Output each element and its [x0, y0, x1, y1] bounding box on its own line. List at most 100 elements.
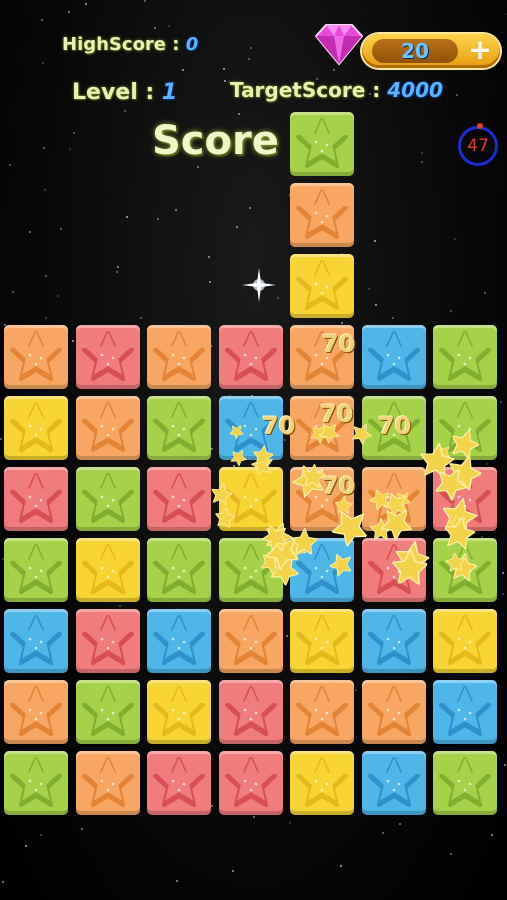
star-tile[interactable]: [218, 325, 283, 389]
star-icon: [224, 686, 277, 736]
star-icon: [296, 189, 348, 239]
star-tile[interactable]: [433, 609, 497, 673]
star-tile[interactable]: [4, 467, 68, 531]
level-value: 1: [161, 80, 178, 105]
star-tile[interactable]: [147, 609, 211, 673]
star-tile[interactable]: [75, 325, 140, 389]
star-tile[interactable]: [4, 396, 68, 460]
score-popup: 70: [378, 412, 412, 440]
star-icon: [224, 331, 277, 381]
star-tile[interactable]: [218, 751, 283, 815]
star-tile[interactable]: [147, 325, 211, 389]
star-icon: [367, 757, 420, 807]
star-icon: [10, 757, 62, 807]
target-score-display: TargetScore : 4000: [230, 78, 443, 102]
star-tile[interactable]: [290, 609, 354, 673]
star-tile[interactable]: [75, 538, 140, 602]
star-tile[interactable]: [290, 680, 354, 744]
star-tile[interactable]: [147, 680, 211, 744]
star-icon: [10, 473, 62, 523]
star-icon: [10, 615, 62, 665]
star-icon: [153, 686, 205, 736]
star-tile[interactable]: [433, 680, 497, 744]
gem-count: 20: [372, 39, 458, 63]
level-display: Level : 1: [72, 80, 177, 105]
sparkle-effect: [242, 268, 276, 302]
star-icon: [439, 757, 491, 807]
star-icon: [153, 615, 205, 665]
star-tile[interactable]: [4, 680, 68, 744]
star-icon: [367, 615, 420, 665]
star-tile[interactable]: [290, 751, 354, 815]
star-icon: [81, 331, 134, 381]
target-score-value: 4000: [387, 78, 443, 102]
add-gems-button[interactable]: +: [466, 36, 494, 65]
star-tile[interactable]: [361, 325, 426, 389]
star-icon: [224, 757, 277, 807]
star-tile[interactable]: [147, 751, 211, 815]
highscore-label: HighScore :: [62, 34, 180, 55]
target-score-label: TargetScore :: [230, 78, 381, 102]
star-tile[interactable]: [147, 467, 211, 531]
star-tile[interactable]: [290, 183, 354, 247]
star-icon: [153, 757, 205, 807]
star-icon: [296, 757, 348, 807]
star-tile[interactable]: [4, 609, 68, 673]
gem-counter-bar: 20 +: [362, 34, 500, 68]
countdown-timer: 47: [458, 123, 498, 166]
diamond-icon: [314, 24, 364, 66]
score-popup: 70: [262, 412, 296, 440]
highscore-display: HighScore : 0: [62, 34, 198, 55]
star-tile[interactable]: [4, 751, 68, 815]
star-tile[interactable]: [218, 609, 283, 673]
burst-star-icon: [391, 548, 429, 586]
star-tile[interactable]: [147, 538, 211, 602]
star-tile[interactable]: [361, 609, 426, 673]
star-icon: [439, 686, 491, 736]
star-icon: [10, 402, 62, 452]
score-label: Score: [152, 118, 279, 164]
star-icon: [81, 402, 134, 452]
star-tile[interactable]: [218, 680, 283, 744]
star-tile[interactable]: [290, 254, 354, 318]
burst-star-icon: [252, 443, 275, 467]
star-tile[interactable]: [290, 112, 354, 176]
star-icon: [224, 615, 277, 665]
star-icon: [81, 473, 134, 523]
score-popup: 70: [322, 330, 356, 358]
star-tile[interactable]: [433, 751, 497, 815]
star-icon: [153, 544, 205, 594]
star-icon: [439, 615, 491, 665]
star-icon: [296, 118, 348, 168]
star-icon: [10, 544, 62, 594]
star-tile[interactable]: [361, 751, 426, 815]
star-icon: [296, 615, 348, 665]
star-tile[interactable]: [147, 396, 211, 460]
star-icon: [81, 686, 134, 736]
star-icon: [153, 473, 205, 523]
star-tile[interactable]: [75, 680, 140, 744]
burst-star-icon: [443, 515, 477, 551]
burst-star-icon: [214, 505, 236, 529]
star-tile[interactable]: [361, 680, 426, 744]
star-icon: [153, 331, 205, 381]
star-icon: [10, 686, 62, 736]
star-tile[interactable]: [75, 609, 140, 673]
star-tile[interactable]: [4, 538, 68, 602]
star-tile[interactable]: [433, 325, 497, 389]
star-icon: [10, 331, 62, 381]
star-icon: [81, 544, 134, 594]
star-icon: [296, 260, 348, 310]
star-tile[interactable]: [75, 467, 140, 531]
score-popup: 70: [320, 400, 354, 428]
level-label: Level :: [72, 80, 155, 105]
score-popup: 70: [322, 472, 356, 500]
star-icon: [367, 686, 420, 736]
star-icon: [439, 331, 491, 381]
star-icon: [81, 757, 134, 807]
star-tile[interactable]: [75, 396, 140, 460]
star-icon: [81, 615, 134, 665]
star-tile[interactable]: [4, 325, 68, 389]
star-tile[interactable]: [75, 751, 140, 815]
star-icon: [296, 686, 348, 736]
